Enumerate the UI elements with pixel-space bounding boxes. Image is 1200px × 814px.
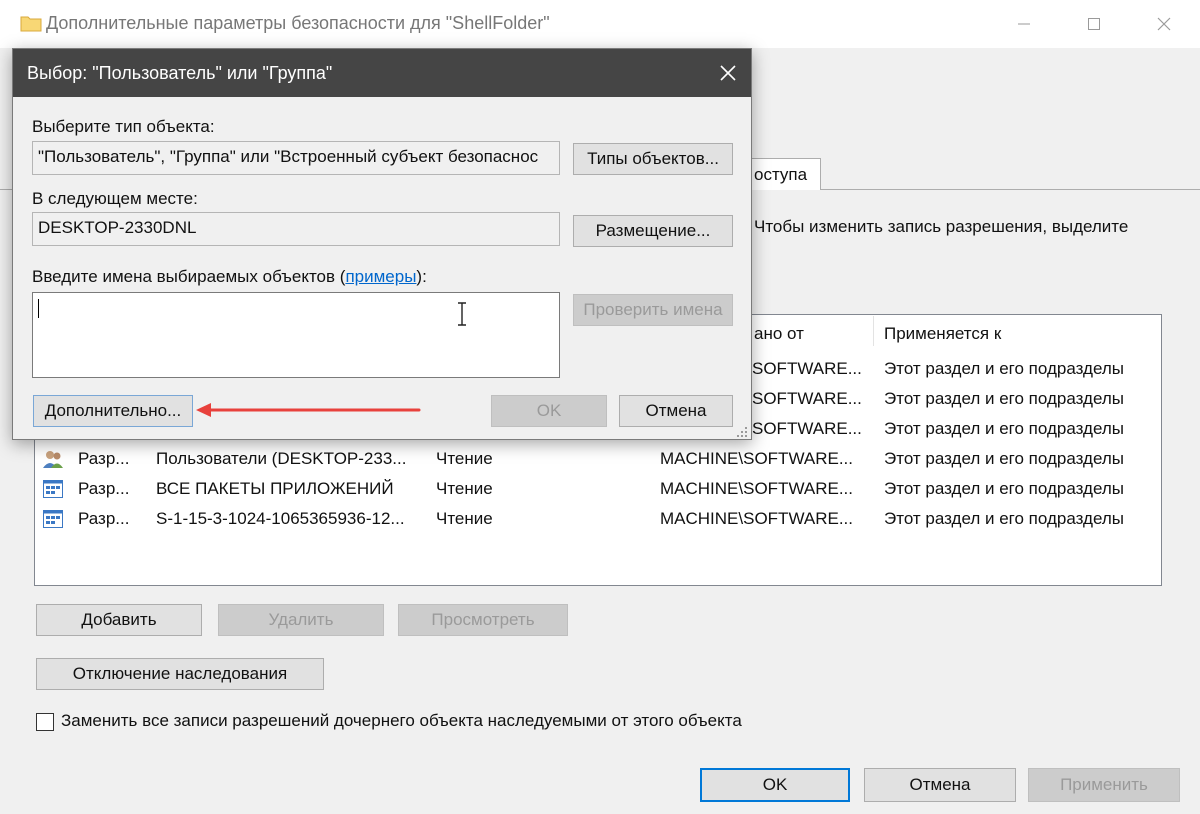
cell-inherited: MACHINE\SOFTWARE... — [660, 449, 853, 468]
cell-principal: ВСЕ ПАКЕТЫ ПРИЛОЖЕНИЙ — [156, 479, 394, 498]
cell-access: Чтение — [436, 509, 493, 528]
cell-inherited: SOFTWARE... — [752, 419, 862, 438]
cell-access: Чтение — [436, 479, 493, 498]
apply-button[interactable]: Применить — [1028, 768, 1180, 802]
object-type-field: "Пользователь", "Группа" или "Встроенный… — [32, 141, 560, 175]
select-users-groups-dialog: Выбор: "Пользователь" или "Группа" Выбер… — [12, 48, 752, 440]
examples-link[interactable]: примеры — [345, 267, 416, 286]
text-cursor-icon — [458, 302, 466, 326]
text-caret — [38, 299, 39, 318]
cell-principal: Пользователи (DESKTOP-233... — [156, 449, 407, 468]
tab-effective-access[interactable]: оступа — [745, 158, 821, 190]
window-titlebar: Дополнительные параметры безопасности дл… — [0, 0, 1200, 48]
object-type-label: Выберите тип объекта: — [32, 117, 215, 136]
cell-access: Чтение — [436, 449, 493, 468]
object-names-label-prefix: Введите имена выбираемых объектов ( — [32, 267, 346, 286]
permissions-hint: Чтобы изменить запись разрешения, выдели… — [754, 217, 1129, 236]
view-button[interactable]: Просмотреть — [398, 604, 568, 636]
cell-inherited: MACHINE\SOFTWARE... — [660, 479, 853, 498]
cell-inherited: SOFTWARE... — [752, 359, 862, 378]
table-row[interactable]: Разр... ВСЕ ПАКЕТЫ ПРИЛОЖЕНИЙ Чтение MACHIN… — [36, 474, 1160, 504]
remove-button[interactable]: Удалить — [218, 604, 384, 636]
column-separator — [873, 316, 874, 346]
window-title: Дополнительные параметры безопасности дл… — [46, 13, 550, 33]
close-icon — [1157, 17, 1171, 31]
maximize-button[interactable] — [1074, 8, 1114, 40]
cell-applies: Этот раздел и его подразделы — [884, 419, 1124, 438]
ok-button[interactable]: OK — [700, 768, 850, 802]
cancel-button[interactable]: Отмена — [864, 768, 1016, 802]
folder-icon — [20, 16, 42, 32]
minimize-icon — [1018, 23, 1030, 25]
advanced-button[interactable]: Дополнительно... — [33, 395, 193, 427]
dialog-ok-button[interactable]: OK — [491, 395, 607, 427]
object-names-label-suffix: ): — [416, 267, 427, 286]
column-header-applies-to[interactable]: Применяется к — [884, 324, 1001, 344]
object-types-button[interactable]: Типы объектов... — [573, 143, 733, 175]
dialog-cancel-button[interactable]: Отмена — [619, 395, 733, 427]
cell-applies: Этот раздел и его подразделы — [884, 359, 1124, 378]
minimize-button[interactable] — [1004, 8, 1044, 40]
disable-inheritance-button[interactable]: Отключение наследования — [36, 658, 324, 690]
dialog-close-button[interactable] — [713, 57, 743, 89]
resize-grip-icon[interactable] — [733, 423, 749, 439]
add-button[interactable]: Добавить — [36, 604, 202, 636]
table-row[interactable]: Разр... Пользователи (DESKTOP-233... Чтени… — [36, 444, 1160, 474]
replace-child-permissions-checkbox[interactable] — [36, 713, 54, 731]
cell-type: Разр... — [78, 479, 130, 498]
users-group-icon — [42, 448, 64, 470]
locations-button[interactable]: Размещение... — [573, 215, 733, 247]
object-names-label: Введите имена выбираемых объектов (приме… — [32, 267, 427, 287]
replace-child-permissions-label: Заменить все записи разрешений дочернего… — [61, 711, 742, 730]
check-names-button[interactable]: Проверить имена — [573, 294, 733, 326]
cell-type: Разр... — [78, 509, 130, 528]
app-package-icon — [42, 508, 64, 530]
cell-principal: S-1-15-3-1024-1065365936-12... — [156, 509, 405, 528]
cell-inherited: MACHINE\SOFTWARE... — [660, 509, 853, 528]
cell-applies: Этот раздел и его подразделы — [884, 509, 1124, 528]
cell-applies: Этот раздел и его подразделы — [884, 449, 1124, 468]
window-close-button[interactable] — [1144, 8, 1184, 40]
column-header-inherited-from[interactable]: ано от — [754, 324, 804, 344]
cell-inherited: SOFTWARE... — [752, 389, 862, 408]
cell-applies: Этот раздел и его подразделы — [884, 389, 1124, 408]
table-row[interactable]: Разр... S-1-15-3-1024-1065365936-12... Чте… — [36, 504, 1160, 534]
location-label: В следующем месте: — [32, 189, 198, 208]
object-names-input[interactable] — [32, 292, 560, 378]
cell-type: Разр... — [78, 449, 130, 468]
cell-applies: Этот раздел и его подразделы — [884, 479, 1124, 498]
dialog-title: Выбор: "Пользователь" или "Группа" — [27, 63, 333, 83]
maximize-icon — [1088, 18, 1100, 30]
location-field: DESKTOP-2330DNL — [32, 212, 560, 246]
app-package-icon — [42, 478, 64, 500]
red-arrow-annotation — [196, 403, 421, 417]
close-icon — [720, 65, 736, 81]
dialog-titlebar: Выбор: "Пользователь" или "Группа" — [13, 49, 751, 97]
